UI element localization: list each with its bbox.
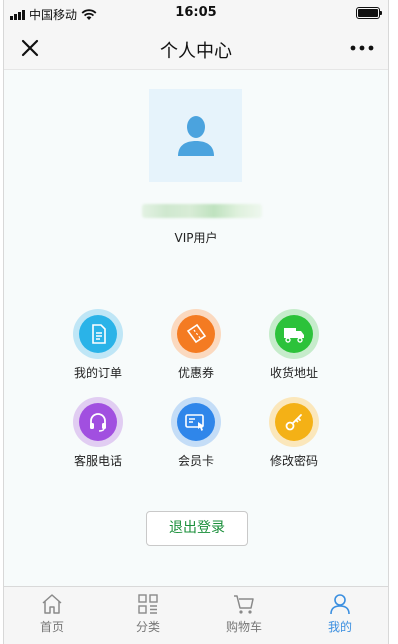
feature-label: 优惠券 — [177, 366, 214, 380]
truck-icon — [284, 328, 304, 343]
logout-button[interactable]: 退出登录 — [146, 511, 248, 546]
tab-cart[interactable]: 购物车 — [209, 593, 279, 635]
status-time: 16:05 — [175, 5, 217, 20]
feature-change-password[interactable]: 修改密码 — [249, 397, 339, 477]
member-card-icon — [185, 414, 204, 431]
tab-label: 首页 — [39, 620, 64, 634]
vip-label: VIP用户 — [174, 231, 218, 245]
feature-member-card[interactable]: 会员卡 — [151, 397, 241, 477]
feature-shipping-address[interactable]: 收货地址 — [249, 309, 339, 389]
username-blurred — [142, 204, 262, 218]
tab-mine[interactable]: 我的 — [305, 593, 375, 635]
tab-label: 分类 — [135, 620, 160, 634]
battery-icon — [356, 7, 382, 19]
cart-icon — [234, 595, 254, 614]
feature-label: 会员卡 — [177, 454, 214, 468]
tab-label: 购物车 — [225, 620, 262, 634]
feature-my-orders[interactable]: 我的订单 — [53, 309, 143, 389]
nav-bar: 个人中心 — [4, 26, 388, 70]
headset-icon — [90, 413, 106, 432]
feature-customer-service[interactable]: 客服电话 — [53, 397, 143, 477]
tab-home[interactable]: 首页 — [17, 593, 87, 635]
tab-bar: 首页 分类 购物车 我的 — [4, 586, 388, 644]
status-bar: 中国移动 16:05 — [4, 0, 388, 26]
feature-label: 客服电话 — [73, 454, 122, 468]
coupon-icon — [186, 323, 207, 344]
feature-coupons[interactable]: 优惠券 — [151, 309, 241, 389]
phone-screen: 中国移动 16:05 个人中心 VIP用户 我的订单 优惠券 收货地址 客服电话… — [3, 0, 389, 644]
avatar[interactable] — [149, 89, 242, 182]
more-icon[interactable] — [348, 38, 376, 58]
home-icon — [42, 594, 62, 614]
category-icon — [138, 594, 158, 614]
feature-label: 修改密码 — [269, 454, 318, 468]
key-icon — [285, 414, 302, 431]
feature-label: 收货地址 — [269, 366, 318, 380]
user-avatar-icon — [177, 115, 214, 156]
feature-label: 我的订单 — [73, 366, 122, 380]
page-title: 个人中心 — [160, 41, 232, 62]
order-icon — [92, 324, 106, 344]
tab-category[interactable]: 分类 — [113, 593, 183, 635]
tab-label: 我的 — [327, 620, 352, 634]
user-icon — [330, 594, 350, 615]
